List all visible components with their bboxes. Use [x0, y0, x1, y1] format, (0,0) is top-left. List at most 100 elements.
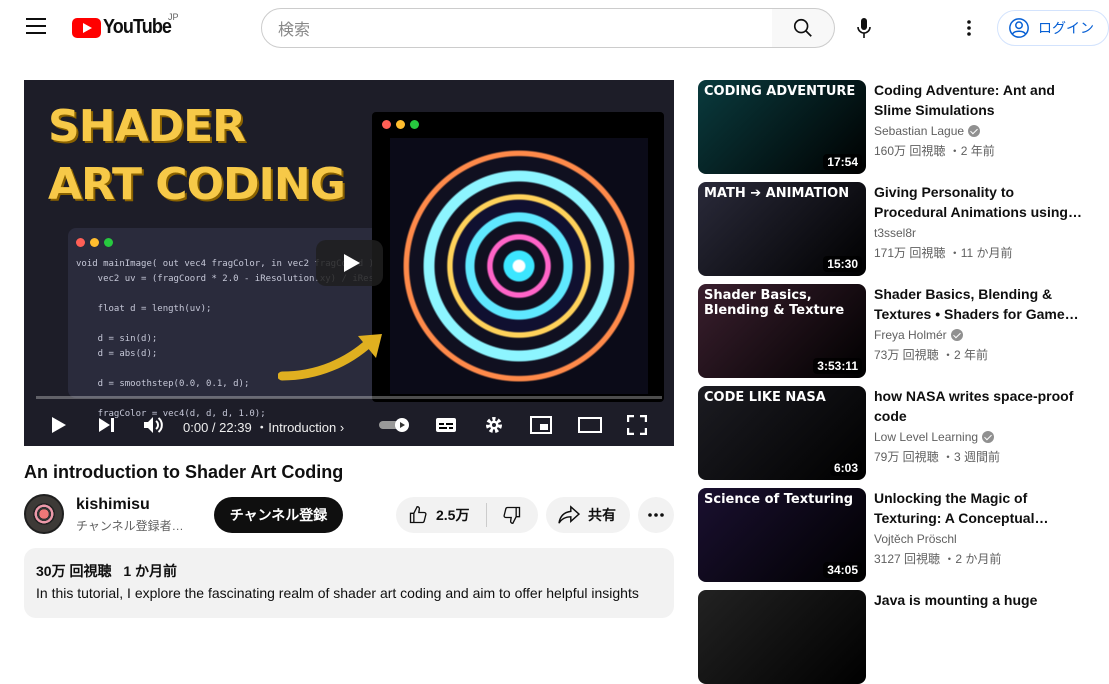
thumbnail-title: SHADER ART CODING — [48, 98, 346, 214]
top-bar: YouTube JP 検索 ログイン — [0, 0, 1109, 56]
recommendation-channel[interactable]: Freya Holmér — [874, 328, 963, 342]
thumbnail-text: Science of Texturing — [704, 492, 853, 507]
subtitles-button[interactable] — [434, 404, 458, 446]
recommendation-thumbnail[interactable] — [698, 590, 866, 684]
recommendation-item[interactable]: CODING ADVENTURE 17:54 Coding Adventure: A… — [698, 80, 1088, 174]
subtitles-icon — [436, 418, 456, 432]
volume-icon — [144, 417, 163, 433]
verified-icon — [982, 431, 995, 443]
more-vert-icon — [967, 20, 971, 36]
recommendation-channel[interactable]: Vojtěch Pröschl — [874, 532, 957, 546]
subscribe-button[interactable]: チャンネル登録 — [214, 497, 343, 533]
recommendation-item[interactable]: Java is mounting a huge — [698, 590, 1088, 684]
chapter-label[interactable]: ・Introduction — [255, 420, 336, 435]
thumbnail-text: Shader Basics, Blending & Texture — [704, 288, 845, 318]
next-button[interactable] — [96, 404, 118, 446]
play-button[interactable] — [48, 404, 70, 446]
video-player[interactable]: SHADER ART CODING void mainImage( out ve… — [24, 80, 674, 446]
recommendation-title[interactable]: Shader Basics, Blending & Textures • Sha… — [874, 284, 1084, 324]
fullscreen-button[interactable] — [626, 404, 648, 446]
recommendation-item[interactable]: Science of Texturing 34:05 Unlocking the M… — [698, 488, 1088, 582]
like-button[interactable]: 2.5万 — [396, 497, 486, 533]
recommendation-item[interactable]: Shader Basics, Blending & Texture 3:53:11… — [698, 284, 1088, 378]
more-horiz-icon — [648, 513, 664, 517]
subscriber-count: チャンネル登録者… — [76, 519, 184, 533]
login-label: ログイン — [1038, 20, 1094, 36]
recommendation-thumbnail[interactable]: CODE LIKE NASA 6:03 — [698, 386, 866, 480]
search-input[interactable]: 検索 — [261, 8, 773, 48]
recommendation-channel-name: Freya Holmér — [874, 328, 947, 342]
play-icon — [52, 417, 66, 433]
settings-menu-button[interactable] — [955, 14, 983, 42]
search-button[interactable] — [772, 8, 835, 48]
recommendation-title[interactable]: how NASA writes space-proof code — [874, 386, 1084, 426]
chevron-right-icon: › — [339, 420, 345, 435]
thumbs-up-icon — [409, 505, 427, 524]
recommendation-channel[interactable]: Sebastian Lague — [874, 124, 981, 138]
recommendation-meta: 3127 回視聴 ・2 か月前 — [874, 552, 1002, 566]
skip-next-icon — [99, 418, 114, 432]
duration-badge: 3:53:11 — [813, 358, 862, 374]
more-actions-button[interactable] — [638, 497, 674, 533]
youtube-play-icon — [72, 17, 101, 38]
progress-bar[interactable] — [36, 396, 662, 399]
miniplayer-icon — [530, 416, 552, 434]
recommendation-thumbnail[interactable]: MATH ➔ ANIMATION 15:30 — [698, 182, 866, 276]
recommendation-channel-name: Sebastian Lague — [874, 124, 965, 138]
like-count: 2.5万 — [436, 507, 470, 523]
thumbnail-title-line2: ART CODING — [48, 159, 346, 210]
shader-art-window — [372, 112, 664, 402]
share-button[interactable]: 共有 — [546, 497, 630, 533]
recommendation-title[interactable]: Java is mounting a huge — [874, 590, 1084, 610]
recommendation-meta: 73万 回視聴 ・2 年前 — [874, 348, 989, 362]
miniplayer-button[interactable] — [529, 404, 553, 446]
recommendation-thumbnail[interactable]: CODING ADVENTURE 17:54 — [698, 80, 866, 174]
large-play-button[interactable] — [316, 240, 383, 286]
voice-search-button[interactable] — [844, 8, 884, 48]
dislike-button[interactable] — [487, 497, 537, 533]
recommendation-thumbnail[interactable]: Shader Basics, Blending & Texture 3:53:11 — [698, 284, 866, 378]
recommendation-item[interactable]: CODE LIKE NASA 6:03 how NASA writes space-… — [698, 386, 1088, 480]
verified-icon — [968, 125, 981, 137]
verified-icon — [950, 329, 963, 341]
settings-button[interactable] — [482, 404, 506, 446]
description-meta: 30万 回視聴 1 か月前 — [36, 561, 662, 581]
duration-badge: 15:30 — [823, 256, 862, 272]
thumbs-down-icon — [503, 506, 521, 525]
recommendation-title[interactable]: Giving Personality to Procedural Animati… — [874, 182, 1084, 222]
logo-text: YouTube — [103, 16, 172, 38]
recommendation-channel-name: Vojtěch Pröschl — [874, 532, 957, 546]
theater-icon — [578, 417, 602, 433]
microphone-icon — [857, 18, 871, 38]
channel-avatar[interactable] — [24, 494, 64, 534]
theater-mode-button[interactable] — [577, 404, 603, 446]
mute-button[interactable] — [142, 404, 166, 446]
thumbnail-text: CODE LIKE NASA — [704, 390, 826, 405]
share-icon — [558, 505, 580, 524]
like-dislike-group: 2.5万 — [396, 497, 538, 533]
country-code: JP — [168, 12, 179, 22]
autoplay-toggle[interactable] — [378, 404, 412, 446]
menu-icon[interactable] — [26, 18, 46, 34]
share-label: 共有 — [588, 507, 616, 523]
fullscreen-icon — [627, 415, 647, 435]
recommendation-meta: 160万 回視聴 ・2 年前 — [874, 144, 995, 158]
recommendation-channel[interactable]: t3ssel8r — [874, 226, 916, 240]
recommendation-channel[interactable]: Low Level Learning — [874, 430, 995, 444]
account-icon — [1009, 18, 1029, 38]
recommendation-thumbnail[interactable]: Science of Texturing 34:05 — [698, 488, 866, 582]
recommendation-title[interactable]: Coding Adventure: Ant and Slime Simulati… — [874, 80, 1084, 120]
duration-badge: 34:05 — [823, 562, 862, 578]
description-box[interactable]: 30万 回視聴 1 か月前 In this tutorial, I explor… — [24, 548, 674, 618]
time-display: 0:00 / 22:39 ・Introduction › — [183, 417, 344, 436]
arrow-graphic — [278, 334, 382, 381]
recommendation-channel-name: Low Level Learning — [874, 430, 979, 444]
recommendation-title[interactable]: Unlocking the Magic of Texturing: A Conc… — [874, 488, 1084, 528]
youtube-logo[interactable]: YouTube JP — [72, 12, 179, 39]
channel-name[interactable]: kishimisu — [76, 496, 150, 514]
recommendation-item[interactable]: MATH ➔ ANIMATION 15:30 Giving Personality … — [698, 182, 1088, 276]
channel-row: kishimisu チャンネル登録者… チャンネル登録 2.5万 共有 — [24, 494, 674, 534]
login-button[interactable]: ログイン — [997, 10, 1109, 46]
recommendation-meta: 171万 回視聴 ・11 か月前 — [874, 246, 1013, 260]
